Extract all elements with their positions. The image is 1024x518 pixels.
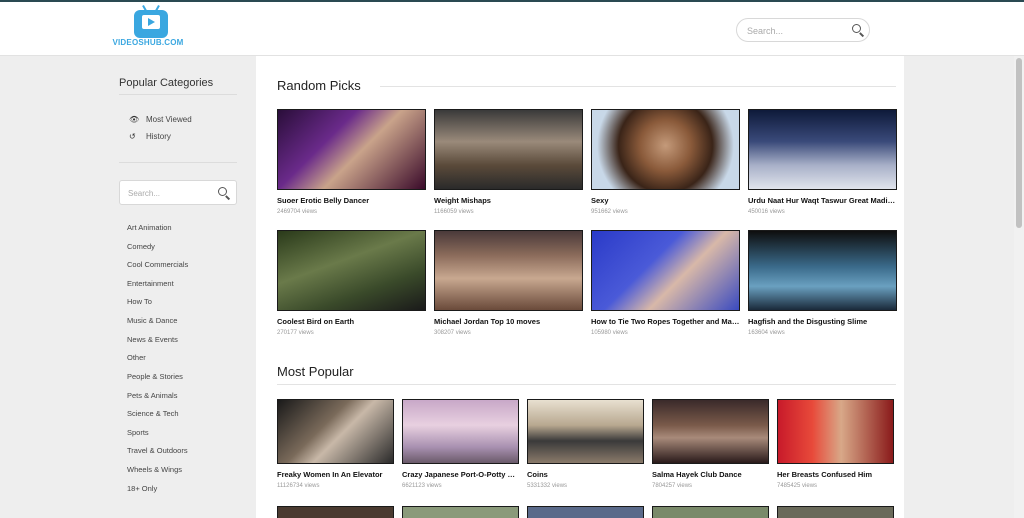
video-views: 951662 views bbox=[591, 209, 628, 215]
category-link[interactable]: How To bbox=[127, 297, 152, 306]
search-icon[interactable] bbox=[218, 187, 231, 200]
video-card[interactable]: Urdu Naat Hur Waqt Taswur Great Madina H… bbox=[748, 109, 897, 215]
video-card[interactable]: Suoer Erotic Belly Dancer 2469704 views bbox=[277, 109, 426, 215]
sidebar-search-input[interactable] bbox=[128, 186, 208, 200]
video-thumbnail[interactable] bbox=[527, 506, 644, 518]
video-thumbnail[interactable] bbox=[277, 109, 426, 190]
video-card[interactable]: How to Tie Two Ropes Together and Make T… bbox=[591, 230, 740, 336]
tv-logo-icon bbox=[134, 5, 168, 38]
video-thumbnail[interactable] bbox=[277, 506, 394, 518]
page-scrollbar[interactable] bbox=[1014, 56, 1024, 518]
video-title[interactable]: How to Tie Two Ropes Together and Make T… bbox=[591, 317, 740, 326]
site-header: VIDEOSHUB.COM bbox=[0, 2, 1024, 56]
sidebar-search-box bbox=[119, 180, 237, 205]
video-thumbnail[interactable] bbox=[527, 399, 644, 464]
video-views: 308207 views bbox=[434, 330, 471, 336]
video-title[interactable]: Coolest Bird on Earth bbox=[277, 317, 426, 326]
video-thumbnail[interactable] bbox=[591, 109, 740, 190]
category-link[interactable]: People & Stories bbox=[127, 372, 183, 381]
section-divider bbox=[277, 384, 896, 385]
main-content: Random Picks Suoer Erotic Belly Dancer 2… bbox=[256, 56, 904, 518]
logo-text: VIDEOSHUB.COM bbox=[112, 38, 184, 47]
category-link[interactable]: Music & Dance bbox=[127, 316, 177, 325]
sidebar-link-history[interactable]: ↺ History bbox=[129, 132, 171, 141]
video-title[interactable]: Coins bbox=[527, 470, 644, 479]
video-title[interactable]: Her Breasts Confused Him bbox=[777, 470, 894, 479]
video-thumbnail[interactable] bbox=[652, 399, 769, 464]
category-link[interactable]: Science & Tech bbox=[127, 409, 179, 418]
scrollbar-thumb[interactable] bbox=[1016, 58, 1022, 228]
category-link[interactable]: Comedy bbox=[127, 242, 155, 251]
sidebar-link-most-viewed[interactable]: 👁 Most Viewed bbox=[129, 115, 192, 124]
category-link[interactable]: Cool Commercials bbox=[127, 260, 188, 269]
eye-icon: 👁 bbox=[129, 115, 140, 124]
video-views: 2469704 views bbox=[277, 209, 318, 215]
category-link[interactable]: Art Animation bbox=[127, 223, 172, 232]
video-thumbnail[interactable] bbox=[277, 399, 394, 464]
video-thumbnail[interactable] bbox=[591, 230, 740, 311]
history-icon: ↺ bbox=[129, 132, 136, 141]
site-logo[interactable]: VIDEOSHUB.COM bbox=[108, 5, 188, 50]
video-thumbnail[interactable] bbox=[777, 399, 894, 464]
video-views: 450016 views bbox=[748, 209, 785, 215]
category-link[interactable]: 18+ Only bbox=[127, 484, 157, 493]
video-thumbnail[interactable] bbox=[277, 230, 426, 311]
video-views: 1166059 views bbox=[434, 209, 474, 215]
video-title[interactable]: Crazy Japanese Port-O-Potty Prank bbox=[402, 470, 519, 479]
section-title-most-popular: Most Popular bbox=[277, 364, 354, 379]
video-title[interactable]: Salma Hayek Club Dance bbox=[652, 470, 769, 479]
video-title[interactable]: Urdu Naat Hur Waqt Taswur Great Madina H… bbox=[748, 196, 897, 205]
video-card[interactable]: Coolest Bird on Earth 270177 views bbox=[277, 230, 426, 336]
video-card[interactable]: Weight Mishaps 1166059 views bbox=[434, 109, 583, 215]
video-card[interactable]: Michael Jordan Top 10 moves 308207 views bbox=[434, 230, 583, 336]
video-title[interactable]: Suoer Erotic Belly Dancer bbox=[277, 196, 426, 205]
category-link[interactable]: Entertainment bbox=[127, 279, 174, 288]
category-link[interactable]: News & Events bbox=[127, 335, 178, 344]
category-link[interactable]: Travel & Outdoors bbox=[127, 446, 188, 455]
video-views: 5331332 views bbox=[527, 483, 568, 489]
video-views: 270177 views bbox=[277, 330, 314, 336]
video-views: 105980 views bbox=[591, 330, 628, 336]
video-card[interactable]: Hagfish and the Disgusting Slime 163604 … bbox=[748, 230, 897, 336]
sidebar-link-label: History bbox=[146, 132, 171, 141]
video-card[interactable]: Salma Hayek Club Dance 7804257 views bbox=[652, 399, 769, 489]
category-link[interactable]: Sports bbox=[127, 428, 149, 437]
video-title[interactable]: Weight Mishaps bbox=[434, 196, 583, 205]
header-search-input[interactable] bbox=[747, 23, 843, 39]
category-link[interactable]: Other bbox=[127, 353, 146, 362]
video-thumbnail[interactable] bbox=[434, 109, 583, 190]
search-icon[interactable] bbox=[852, 24, 865, 37]
video-title[interactable]: Sexy bbox=[591, 196, 740, 205]
video-views: 6621123 views bbox=[402, 483, 442, 489]
video-thumbnail[interactable] bbox=[434, 230, 583, 311]
video-thumbnail[interactable] bbox=[402, 506, 519, 518]
video-title[interactable]: Freaky Women In An Elevator bbox=[277, 470, 394, 479]
video-card[interactable]: Crazy Japanese Port-O-Potty Prank 662112… bbox=[402, 399, 519, 489]
video-thumbnail[interactable] bbox=[402, 399, 519, 464]
category-link[interactable]: Wheels & Wings bbox=[127, 465, 182, 474]
header-search-box bbox=[736, 18, 870, 42]
video-card[interactable]: Her Breasts Confused Him 7485425 views bbox=[777, 399, 894, 489]
sidebar-title: Popular Categories bbox=[119, 77, 214, 89]
video-card[interactable]: Coins 5331332 views bbox=[527, 399, 644, 489]
section-title-random-picks: Random Picks bbox=[277, 78, 361, 93]
video-thumbnail[interactable] bbox=[748, 109, 897, 190]
section-divider bbox=[380, 86, 896, 87]
video-thumbnail[interactable] bbox=[748, 230, 897, 311]
sidebar-divider bbox=[119, 94, 237, 95]
video-views: 7485425 views bbox=[777, 483, 818, 489]
video-views: 7804257 views bbox=[652, 483, 693, 489]
video-views: 11126734 views bbox=[277, 483, 320, 489]
video-card[interactable]: Freaky Women In An Elevator 11126734 vie… bbox=[277, 399, 394, 489]
video-title[interactable]: Michael Jordan Top 10 moves bbox=[434, 317, 583, 326]
video-title[interactable]: Hagfish and the Disgusting Slime bbox=[748, 317, 897, 326]
sidebar-link-label: Most Viewed bbox=[146, 115, 192, 124]
video-thumbnail[interactable] bbox=[777, 506, 894, 518]
sidebar-divider bbox=[119, 162, 237, 163]
video-thumbnail[interactable] bbox=[652, 506, 769, 518]
category-link[interactable]: Pets & Animals bbox=[127, 391, 177, 400]
video-views: 163604 views bbox=[748, 330, 785, 336]
video-card[interactable]: Sexy 951662 views bbox=[591, 109, 740, 215]
